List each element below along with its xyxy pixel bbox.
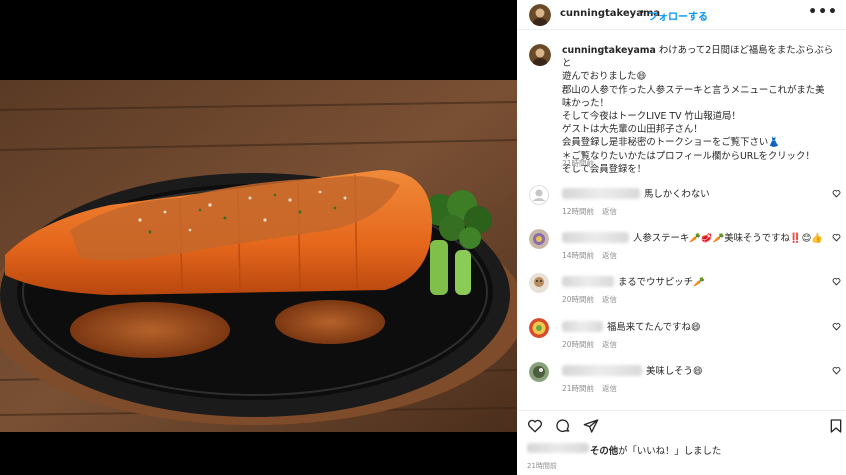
reply-button[interactable]: 返信 [602,251,617,260]
caption-line: 会員登録し是非秘密のトークショーをご覧下さい👗 [562,137,780,149]
post-header: cunningtakeyama • フォローする ••• [517,0,846,30]
heart-icon[interactable] [832,322,841,331]
comment-item: 人参ステーキ🥕🥩🥕美味そうですね‼️😊👍 14時間前 返信 [517,229,846,269]
commenter-avatar[interactable] [529,185,549,205]
likes-text: が「いいね！」しました [618,446,722,457]
comment-item: 福島来てたんですね😄 20時間前 返信 [517,318,846,358]
bookmark-icon[interactable] [828,418,844,434]
post-media [0,0,517,475]
author-avatar[interactable] [529,4,551,26]
caption-line: そして会員登録を！ [562,163,647,175]
reply-button[interactable]: 返信 [602,295,617,304]
caption-line: 遊んでおりました😄 [562,71,647,83]
comment-text: 人参ステーキ🥕🥩🥕美味そうですね‼️😊👍 [633,233,824,244]
comment-item: 馬しかくわない 12時間前 返信 [517,185,846,225]
reply-button[interactable]: 返信 [602,340,617,349]
comment-meta: 12時間前 返信 [562,206,625,217]
caption-line: ＊ご覧なりたいかたはプロフィール欄からURLをクリック！ [562,150,815,162]
commenter-username-blurred[interactable] [562,365,642,376]
commenter-username-blurred[interactable] [562,321,603,332]
comment-item: 美味しそう😄 21時間前 返信 [517,362,846,402]
commenter-avatar[interactable] [529,273,549,293]
post-action-bar [517,410,846,440]
likes-summary: その他が「いいね！」しました [517,440,846,457]
comment-meta: 21時間前 返信 [562,383,625,394]
comment-text: 馬しかくわない [644,189,710,200]
share-icon[interactable] [583,418,599,434]
comment-timestamp: 14時間前 [562,251,595,260]
heart-icon[interactable] [832,233,841,242]
comment-text: まるでウサピッチ🥕 [618,277,705,288]
more-options-icon[interactable]: ••• [808,4,838,20]
post-timestamp: 21時間前 [527,462,557,470]
liker-username-blurred[interactable] [527,443,589,453]
follow-button[interactable]: フォローする [648,8,708,23]
caption-line: ゲストは大先輩の山田邦子さん！ [562,124,703,136]
comment-text: 美味しそう😄 [646,366,703,377]
comment-item: まるでウサピッチ🥕 20時間前 返信 [517,273,846,313]
commenter-avatar[interactable] [529,318,549,338]
caption-line: 郡山の人参で作った人参ステーキと言うメニューこれがまた美 [562,84,825,96]
likes-others-link[interactable]: その他 [590,446,618,457]
caption-line: 味かった！ [562,97,609,109]
heart-icon[interactable] [832,189,841,198]
caption-avatar[interactable] [529,44,551,66]
separator-dot: • [639,7,645,18]
caption-timestamp: 21時間前 [562,159,595,168]
author-username[interactable]: cunningtakeyama [560,8,660,19]
commenter-username-blurred[interactable] [562,276,614,287]
comment-text: 福島来てたんですね😄 [607,322,701,333]
comment-timestamp: 21時間前 [562,384,595,393]
commenter-avatar[interactable] [529,229,549,249]
heart-icon[interactable] [832,277,841,286]
reply-button[interactable]: 返信 [602,384,617,393]
commenter-username-blurred[interactable] [562,188,640,199]
post-photo[interactable] [0,80,517,432]
comment-meta: 20時間前 返信 [562,339,625,350]
commenter-avatar[interactable] [529,362,549,382]
caption-text: cunningtakeyama わけあって2日間ほど福島をまたぶらぶらと 遊んで… [562,44,838,176]
heart-icon[interactable] [832,366,841,375]
comment-timestamp: 12時間前 [562,207,595,216]
comment-timestamp: 20時間前 [562,340,595,349]
post-side-panel: cunningtakeyama • フォローする ••• cunningtake… [517,0,846,475]
commenter-username-blurred[interactable] [562,232,629,243]
comment-icon[interactable] [555,418,571,434]
comment-meta: 14時間前 返信 [562,250,625,261]
comment-timestamp: 20時間前 [562,295,595,304]
comment-meta: 20時間前 返信 [562,294,625,305]
reply-button[interactable]: 返信 [602,207,617,216]
heart-icon[interactable] [527,418,543,434]
caption-line: そして今夜はトークLIVE TV 竹山報道局！ [562,111,741,123]
caption-username[interactable]: cunningtakeyama [562,45,656,56]
